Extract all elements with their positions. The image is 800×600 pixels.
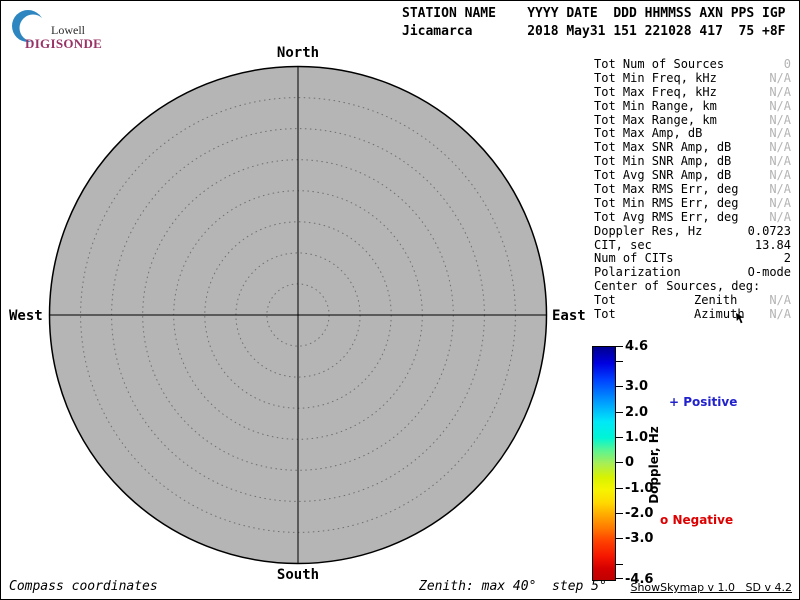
stat-label: Tot Avg RMS Err, deg — [594, 209, 739, 224]
plus-marker-icon: + — [669, 395, 680, 409]
stat-row: Doppler Res, Hz 0.0723 — [594, 223, 792, 239]
colorbar-tick — [615, 412, 623, 413]
stat-value: 13.84 — [754, 237, 791, 252]
colorbar-tick — [615, 513, 623, 514]
stat-label: Tot Avg SNR Amp, dB — [594, 168, 732, 183]
stat-label: CIT, sec — [594, 237, 652, 252]
legend-positive: + Positive — [669, 395, 737, 409]
stat-row: Tot Min RMS Err, deg N/A — [594, 195, 792, 211]
stat-mid-label: Zenith — [694, 293, 738, 308]
stat-label: Center of Sources, deg: — [594, 279, 761, 294]
stat-value: N/A — [769, 126, 791, 141]
stat-value: N/A — [769, 195, 791, 210]
stat-value: 0 — [783, 57, 791, 71]
stat-label: Polarization — [594, 265, 681, 280]
stat-row: Tot Avg RMS Err, deg N/A — [594, 209, 792, 225]
colorbar-tick — [615, 361, 623, 362]
stat-row: Center of Sources, deg: — [594, 279, 792, 294]
lowell-digisonde-logo: Lowell DIGISONDE — [9, 7, 149, 51]
stat-value: O-mode — [747, 265, 791, 280]
stat-value: N/A — [769, 307, 791, 322]
stat-row: Tot Max Range, km N/A — [594, 112, 792, 128]
colorbar-tick — [615, 437, 623, 438]
stat-row: Tot Zenith N/A — [594, 293, 792, 308]
stat-label: Tot Num of Sources — [594, 57, 725, 71]
colorbar-tick — [615, 538, 623, 539]
stat-label: Tot Max SNR Amp, dB — [594, 140, 732, 155]
legend-positive-label: Positive — [683, 395, 738, 409]
colorbar-tick-label: 2.0 — [625, 405, 649, 420]
stat-row: Tot Max Amp, dB N/A — [594, 127, 792, 141]
header-values: Jicamarca 2018 May31 151 221028 417 75 +… — [402, 23, 786, 39]
stat-value: N/A — [769, 98, 791, 113]
stat-row: Tot Max RMS Err, deg N/A — [594, 182, 792, 197]
stat-label: Tot Max RMS Err, deg — [594, 182, 739, 197]
colorbar-tick — [615, 564, 623, 565]
colorbar-tick — [615, 346, 623, 347]
stat-row: Tot Min Freq, kHz N/A — [594, 70, 792, 86]
stat-row: Tot Avg SNR Amp, dB N/A — [594, 168, 792, 183]
header-columns: STATION NAME YYYY DATE DDD HHMMSS AXN PP… — [402, 6, 786, 21]
stat-value: N/A — [769, 168, 791, 183]
colorbar-title: Doppler, Hz — [647, 426, 661, 504]
stat-label: Tot Min SNR Amp, dB — [594, 154, 732, 169]
stat-value: N/A — [769, 84, 791, 99]
compass-label-east: East — [552, 308, 586, 324]
header-banner: STATION NAME YYYY DATE DDD HHMMSS AXN PP… — [402, 5, 786, 40]
stat-value: N/A — [769, 112, 791, 127]
stats-panel: Tot Num of Sources 0 Tot Min Freq, kHz N/A… — [594, 57, 792, 322]
circle-marker-icon: o — [660, 513, 669, 527]
stat-label: Tot — [594, 307, 616, 322]
stat-value: N/A — [769, 182, 791, 197]
legend-negative: o Negative — [660, 513, 733, 527]
stat-value: N/A — [769, 209, 791, 224]
coordinates-note: Compass coordinates — [9, 579, 158, 594]
doppler-colorbar — [592, 346, 616, 581]
stat-label: Tot — [594, 293, 616, 308]
stat-label: Tot Max Freq, kHz — [594, 84, 717, 99]
stat-value: 2 — [783, 251, 791, 266]
stat-row: Tot Max Freq, kHz N/A — [594, 84, 792, 100]
stat-value: N/A — [769, 70, 791, 85]
version-note: ShowSkymap v 1.0 SD v 4.2 — [630, 581, 792, 594]
compass-label-south: South — [276, 567, 320, 583]
stat-row: Tot Min SNR Amp, dB N/A — [594, 154, 792, 169]
stat-label: Tot Max Range, km — [594, 112, 717, 127]
stat-label: Doppler Res, Hz — [594, 223, 703, 238]
stat-row: CIT, sec 13.84 — [594, 237, 792, 253]
stat-row: Num of CITs 2 — [594, 252, 792, 266]
stat-label: Tot Max Amp, dB — [594, 126, 703, 141]
stat-value: N/A — [769, 154, 791, 169]
colorbar-tick — [615, 386, 623, 387]
stat-row: Tot Num of Sources 0 — [594, 57, 792, 72]
colorbar-tick-label: 4.6 — [625, 339, 649, 354]
colorbar-tick — [615, 578, 623, 579]
colorbar-tick — [615, 488, 623, 489]
stat-row: Tot Max SNR Amp, dB N/A — [594, 140, 792, 155]
stat-label: Tot Min RMS Err, deg — [594, 195, 739, 210]
stat-label: Tot Min Freq, kHz — [594, 70, 717, 85]
colorbar-tick-label: 1.0 — [625, 430, 649, 445]
colorbar-tick-label: -2.0 — [625, 506, 654, 521]
colorbar-tick-label: -3.0 — [625, 531, 654, 546]
skymap-plot — [48, 65, 548, 565]
stat-row: Tot Min Range, km N/A — [594, 98, 792, 114]
stat-label: Tot Min Range, km — [594, 98, 717, 113]
zenith-range-note: Zenith: max 40° step 5° — [419, 579, 607, 594]
stat-label: Num of CITs — [594, 251, 674, 266]
mouse-cursor-icon — [736, 313, 744, 324]
logo-digisonde-text: DIGISONDE — [25, 36, 103, 51]
stat-value: N/A — [769, 293, 791, 308]
showskymap-window: Lowell DIGISONDE STATION NAME YYYY DATE … — [0, 0, 800, 600]
colorbar-tick-label: 0 — [625, 455, 635, 470]
colorbar-tick — [615, 462, 623, 463]
stat-value: N/A — [769, 140, 791, 155]
compass-label-north: North — [276, 45, 320, 61]
colorbar-tick-label: 3.0 — [625, 379, 649, 394]
compass-label-west: West — [9, 308, 43, 324]
stat-row: Polarization O-mode — [594, 265, 792, 280]
stat-value: 0.0723 — [747, 223, 791, 238]
stat-row: Tot Azimuth N/A — [594, 307, 792, 322]
legend-negative-label: Negative — [672, 513, 734, 527]
